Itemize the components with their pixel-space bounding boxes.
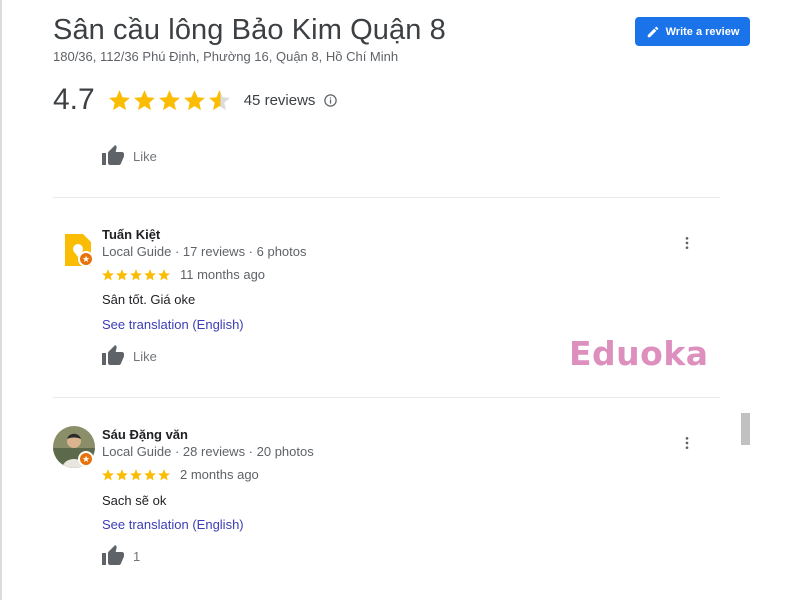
rating-value: 4.7 (53, 83, 95, 116)
half-star-icon (208, 89, 230, 110)
more-vert-icon (685, 437, 689, 449)
more-vert-icon (685, 237, 689, 249)
window-left-border (0, 0, 2, 600)
review-time: 11 months ago (180, 267, 266, 282)
review-stars (101, 468, 171, 482)
local-guide-badge-icon: ★ (78, 251, 94, 267)
star-icon (116, 268, 128, 280)
like-button[interactable]: Like (101, 144, 157, 168)
star-icon (144, 468, 156, 480)
star-icon (158, 468, 170, 480)
thumb-up-icon (102, 545, 124, 565)
review-divider (53, 197, 720, 198)
scrollbar-thumb[interactable] (741, 413, 750, 445)
review-stars (101, 268, 171, 282)
write-review-button[interactable]: Write a review (635, 17, 750, 46)
star-icon (108, 89, 130, 110)
star-icon (158, 89, 180, 110)
reviewer-name[interactable]: Tuấn Kiệt (102, 227, 160, 242)
reviewer-name[interactable]: Sáu Đặng văn (102, 427, 188, 442)
like-label: Like (133, 348, 157, 364)
star-icon (102, 468, 114, 480)
write-review-label: Write a review (665, 25, 740, 38)
review-divider (53, 397, 720, 398)
star-icon (183, 89, 205, 110)
star-icon (116, 468, 128, 480)
info-icon[interactable] (323, 93, 338, 108)
rating-summary: 4.7 45 reviews (53, 82, 338, 118)
star-icon (130, 468, 142, 480)
place-title: Sân cầu lông Bảo Kim Quận 8 (53, 14, 446, 46)
star-icon (144, 268, 156, 280)
reviewer-meta[interactable]: Local Guide · 28 reviews · 20 photos (102, 444, 314, 459)
rating-stars (107, 88, 232, 113)
avatar[interactable] (57, 229, 99, 271)
star-icon (102, 268, 114, 280)
star-icon (158, 268, 170, 280)
pencil-icon (647, 26, 658, 37)
review-rating: 11 months ago (101, 267, 265, 282)
see-translation-link[interactable]: See translation (English) (102, 517, 244, 532)
thumb-up-icon (102, 145, 124, 165)
review-rating: 2 months ago (101, 467, 259, 482)
local-guide-avatar-icon (65, 234, 91, 266)
reviewer-meta[interactable]: Local Guide · 17 reviews · 6 photos (102, 244, 307, 259)
review-count[interactable]: 45 reviews (244, 92, 316, 109)
star-icon (133, 89, 155, 110)
like-count: 1 (133, 548, 141, 564)
place-address: 180/36, 112/36 Phú Định, Phường 16, Quận… (53, 49, 399, 64)
like-button[interactable]: Like (101, 344, 157, 368)
review-time: 2 months ago (180, 467, 259, 482)
see-translation-link[interactable]: See translation (English) (102, 317, 244, 332)
thumb-up-icon (102, 345, 124, 365)
review-more-button[interactable] (677, 433, 697, 453)
local-guide-badge-icon: ★ (78, 451, 94, 467)
watermark-logo: Eduoka (569, 334, 709, 373)
review-more-button[interactable] (677, 233, 697, 253)
star-icon (130, 268, 142, 280)
like-button[interactable]: 1 (101, 544, 140, 568)
review-text: Sach sẽ ok (102, 493, 167, 508)
like-label: Like (133, 148, 157, 164)
review-text: Sân tốt. Giá oke (102, 292, 196, 307)
